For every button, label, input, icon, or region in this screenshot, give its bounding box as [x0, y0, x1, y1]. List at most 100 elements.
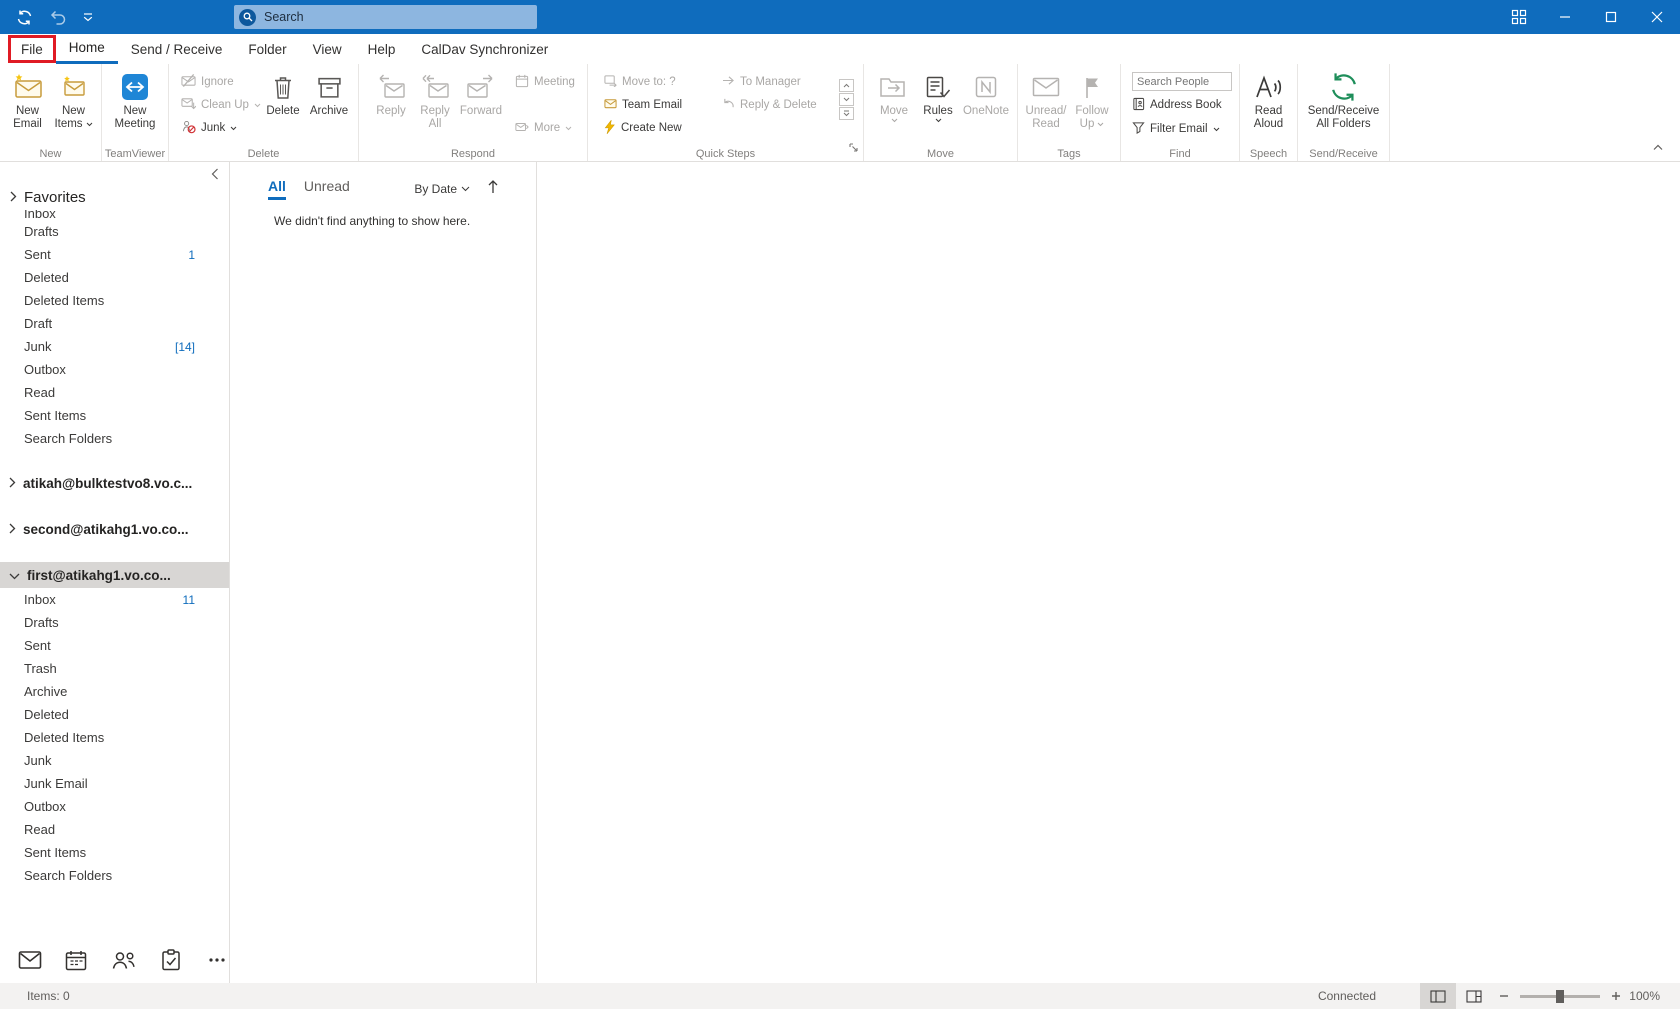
- new-email-button[interactable]: New Email: [5, 66, 51, 131]
- read-aloud-button[interactable]: Read Aloud: [1245, 66, 1293, 131]
- folder-item[interactable]: Junk Email: [0, 772, 229, 795]
- junk-button[interactable]: Junk: [177, 118, 261, 138]
- more-button[interactable]: More: [511, 118, 581, 138]
- tab-help[interactable]: Help: [355, 34, 409, 64]
- collapse-folder-pane-icon[interactable]: [211, 167, 219, 185]
- quick-steps-scroll-down[interactable]: [839, 93, 854, 106]
- tab-caldav-synchronizer[interactable]: CalDav Synchronizer: [408, 34, 561, 64]
- folder-item[interactable]: Sent Items: [0, 404, 229, 427]
- quick-steps-more-button[interactable]: [839, 107, 854, 120]
- unread-read-button[interactable]: Unread/ Read: [1023, 66, 1069, 131]
- new-items-button[interactable]: New Items: [51, 66, 97, 131]
- folder-item[interactable]: Outbox: [0, 358, 229, 381]
- quick-step-team-email[interactable]: Team Email: [600, 95, 716, 115]
- minimize-button[interactable]: [1542, 0, 1588, 34]
- tasks-nav-icon[interactable]: [159, 947, 183, 973]
- tab-send-receive[interactable]: Send / Receive: [118, 34, 236, 64]
- folder-item[interactable]: Sent1: [0, 243, 229, 266]
- meeting-icon: [515, 74, 529, 91]
- customize-toolbar-icon[interactable]: [83, 13, 93, 22]
- tab-unread[interactable]: Unread: [304, 178, 350, 200]
- account-header-first[interactable]: first@atikahg1.vo.co...: [0, 562, 229, 588]
- search-input[interactable]: Search: [234, 5, 537, 29]
- sort-by-date-dropdown[interactable]: By Date: [414, 182, 470, 196]
- onenote-icon: [974, 69, 998, 105]
- ignore-button[interactable]: Ignore: [177, 72, 261, 92]
- maximize-button[interactable]: [1588, 0, 1634, 34]
- folder-item[interactable]: Junk: [0, 749, 229, 772]
- undo-icon[interactable]: [49, 9, 67, 25]
- meeting-button[interactable]: Meeting: [511, 72, 581, 92]
- folder-item[interactable]: Sent Items: [0, 841, 229, 864]
- rules-button[interactable]: Rules: [916, 66, 960, 123]
- address-book-button[interactable]: Address Book: [1132, 95, 1232, 115]
- folder-item[interactable]: Junk[14]: [0, 335, 229, 358]
- tab-home[interactable]: Home: [56, 34, 118, 64]
- folder-item[interactable]: Deleted Items: [0, 726, 229, 749]
- reply-all-button[interactable]: Reply All: [413, 66, 457, 131]
- tab-file[interactable]: File: [8, 34, 56, 64]
- folder-item[interactable]: Sent: [0, 634, 229, 657]
- archive-button[interactable]: Archive: [305, 66, 353, 118]
- folder-item[interactable]: Deleted: [0, 266, 229, 289]
- mail-nav-icon[interactable]: [18, 947, 42, 973]
- tab-folder[interactable]: Folder: [235, 34, 299, 64]
- account-header-atikah[interactable]: atikah@bulktestvo8.vo.c...: [0, 470, 229, 496]
- people-nav-icon[interactable]: [111, 947, 137, 973]
- folder-item[interactable]: Drafts: [0, 220, 229, 243]
- quick-steps-scroll-up[interactable]: [839, 79, 854, 92]
- move-button[interactable]: Move: [872, 66, 916, 123]
- zoom-slider[interactable]: [1520, 995, 1600, 998]
- sort-direction-icon[interactable]: [486, 179, 500, 199]
- search-people-input[interactable]: [1132, 72, 1232, 91]
- favorites-header[interactable]: Favorites: [0, 184, 229, 210]
- zoom-in-button[interactable]: [1604, 983, 1628, 1009]
- button-label: Reply: [420, 105, 449, 118]
- quick-step-reply-delete[interactable]: Reply & Delete: [718, 95, 834, 115]
- folder-item[interactable]: Read: [0, 381, 229, 404]
- follow-up-button[interactable]: Follow Up: [1069, 66, 1115, 131]
- collapse-ribbon-icon[interactable]: [1652, 138, 1664, 156]
- folder-item[interactable]: Inbox11: [0, 588, 229, 611]
- zoom-level[interactable]: 100%: [1628, 989, 1680, 1003]
- button-label: To Manager: [740, 76, 801, 88]
- chevron-down-icon: [935, 118, 942, 123]
- reading-view-button[interactable]: [1456, 983, 1492, 1009]
- folder-item[interactable]: Drafts: [0, 611, 229, 634]
- onenote-button[interactable]: OneNote: [960, 66, 1012, 118]
- normal-view-button[interactable]: [1420, 983, 1456, 1009]
- zoom-slider-thumb[interactable]: [1556, 990, 1564, 1003]
- reply-button[interactable]: Reply: [369, 66, 413, 118]
- quick-step-create-new[interactable]: Create New: [600, 118, 716, 138]
- folder-item[interactable]: Outbox: [0, 795, 229, 818]
- folder-item[interactable]: Archive: [0, 680, 229, 703]
- send-receive-all-button[interactable]: Send/Receive All Folders: [1302, 66, 1386, 131]
- zoom-out-button[interactable]: [1492, 983, 1516, 1009]
- folder-item-clipped[interactable]: Inbox: [0, 210, 229, 220]
- more-apps-icon[interactable]: [205, 947, 229, 973]
- folder-item[interactable]: Deleted: [0, 703, 229, 726]
- filter-email-button[interactable]: Filter Email: [1132, 119, 1232, 139]
- quick-step-to-manager[interactable]: To Manager: [718, 72, 834, 92]
- folder-item[interactable]: Read: [0, 818, 229, 841]
- button-label: Rules: [923, 105, 952, 118]
- folder-item[interactable]: Search Folders: [0, 427, 229, 450]
- folder-item[interactable]: Search Folders: [0, 864, 229, 887]
- folder-item[interactable]: Draft: [0, 312, 229, 335]
- forward-button[interactable]: Forward: [457, 66, 505, 118]
- apps-grid-icon[interactable]: [1496, 0, 1542, 34]
- clean-up-button[interactable]: Clean Up: [177, 95, 261, 115]
- close-button[interactable]: [1634, 0, 1680, 34]
- send-receive-icon[interactable]: [16, 9, 33, 26]
- new-meeting-button[interactable]: New Meeting: [107, 66, 163, 131]
- delete-button[interactable]: Delete: [261, 66, 305, 118]
- tab-view[interactable]: View: [300, 34, 355, 64]
- account-header-second[interactable]: second@atikahg1.vo.co...: [0, 516, 229, 542]
- calendar-nav-icon[interactable]: [64, 947, 88, 973]
- folder-item[interactable]: Deleted Items: [0, 289, 229, 312]
- group-label-quick-steps: Quick Steps: [588, 148, 863, 160]
- group-label-new: New: [0, 148, 101, 160]
- quick-step-move-to[interactable]: Move to: ?: [600, 72, 716, 92]
- tab-all[interactable]: All: [268, 178, 286, 200]
- folder-item[interactable]: Trash: [0, 657, 229, 680]
